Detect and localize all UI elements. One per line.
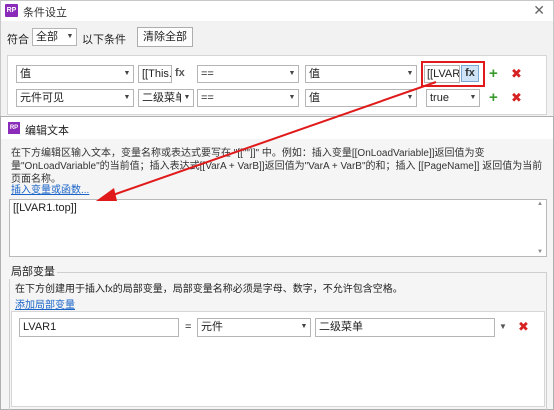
chevron-down-icon: ▼ <box>64 29 76 45</box>
condition-1-type-value: 值 <box>309 68 320 80</box>
condition-1-type-select[interactable]: 值 ▼ <box>305 65 417 83</box>
local-variables-legend: 局部变量 <box>9 263 57 279</box>
chevron-down-icon: ▼ <box>404 66 416 82</box>
dialog-description: 在下方编辑区输入文本，变量名称或表达式要写在 "[[""]]" 中。例如：插入变… <box>11 148 543 185</box>
local-variables-hint: 在下方创建用于插入fx的局部变量，局部变量名称必须是字母、数字，不允许包含空格。 <box>15 284 403 295</box>
condition-1-target-value: [[This.bi <box>142 68 172 80</box>
window-title: 条件设立 <box>23 7 67 19</box>
add-condition-icon[interactable]: + <box>489 66 498 81</box>
local-variable-kind-select[interactable]: 元件 ▼ <box>197 318 311 337</box>
delete-condition-icon[interactable]: ✖ <box>511 91 522 105</box>
dialog-title-bar: RP 编辑文本 <box>1 117 553 139</box>
chevron-down-icon: ▼ <box>286 66 298 82</box>
local-variable-name-field[interactable]: LVAR1 <box>19 318 179 337</box>
local-variable-widget-field[interactable]: 二级菜单 <box>315 318 495 337</box>
chevron-down-icon: ▼ <box>181 90 193 106</box>
match-mode-select[interactable]: 全部 ▼ <box>32 28 77 46</box>
chevron-down-icon: ▼ <box>298 319 310 335</box>
delete-condition-icon[interactable]: ✖ <box>511 67 522 81</box>
condition-1-left-value: 值 <box>20 68 31 80</box>
condition-1-left-select[interactable]: 值 ▼ <box>16 65 134 83</box>
axure-app-icon: RP <box>8 122 20 134</box>
text-editor[interactable]: [[LVAR1.top]] ▲ ▼ <box>9 199 547 257</box>
chevron-down-icon[interactable]: ▼ <box>499 322 507 331</box>
condition-2-value-select[interactable]: true ▼ <box>426 89 480 107</box>
condition-2-value-text: true <box>430 92 449 104</box>
condition-2-target-value: 二级菜单 <box>142 92 186 104</box>
match-mode-value: 全部 <box>36 31 58 43</box>
edit-text-dialog: RP 编辑文本 在下方编辑区输入文本，变量名称或表达式要写在 "[[""]]" … <box>0 116 554 410</box>
condition-2-left-select[interactable]: 元件可见 ▼ <box>16 89 134 107</box>
chevron-down-icon: ▼ <box>286 90 298 106</box>
condition-1-value-fx-button[interactable]: fx <box>461 65 479 82</box>
chevron-down-icon: ▼ <box>467 90 479 106</box>
condition-1-value-text: [[LVAR1 <box>427 68 460 80</box>
condition-1-target-field[interactable]: [[This.bi <box>138 65 172 83</box>
insert-variable-link[interactable]: 插入变量或函数... <box>11 181 89 196</box>
condition-1-operator-select[interactable]: == ▼ <box>197 65 299 83</box>
local-variable-widget: 二级菜单 <box>319 321 363 333</box>
condition-1-fx-icon[interactable]: fx <box>175 67 185 79</box>
equals-sign: = <box>185 321 192 333</box>
condition-1-operator-value: == <box>201 68 214 80</box>
condition-2-operator-select[interactable]: == ▼ <box>197 89 299 107</box>
scroll-up-icon[interactable]: ▲ <box>535 201 545 207</box>
add-local-variable-link[interactable]: 添加局部变量 <box>15 296 75 311</box>
condition-1-value-field[interactable]: [[LVAR1 <box>424 65 460 83</box>
editor-text: [[LVAR1.top]] <box>13 202 77 214</box>
scroll-down-icon[interactable]: ▼ <box>535 249 545 255</box>
match-prefix-label: 符合 <box>7 34 29 46</box>
condition-2-type-select[interactable]: 值 ▼ <box>305 89 417 107</box>
match-suffix-label: 以下条件 <box>82 34 126 46</box>
condition-2-type-value: 值 <box>309 92 320 104</box>
chevron-down-icon: ▼ <box>121 90 133 106</box>
condition-2-left-value: 元件可见 <box>20 92 64 104</box>
clear-all-button[interactable]: 清除全部 <box>137 27 193 47</box>
delete-local-variable-icon[interactable]: ✖ <box>518 320 529 334</box>
local-variable-name: LVAR1 <box>23 321 57 333</box>
chevron-down-icon: ▼ <box>404 90 416 106</box>
title-bar: RP 条件设立 ✕ <box>1 1 553 21</box>
condition-2-operator-value: == <box>201 92 214 104</box>
dialog-title: 编辑文本 <box>25 125 69 137</box>
close-icon[interactable]: ✕ <box>533 2 545 19</box>
local-variable-kind: 元件 <box>201 321 223 333</box>
chevron-down-icon: ▼ <box>121 66 133 82</box>
condition-2-target-select[interactable]: 二级菜单 ▼ <box>138 89 194 107</box>
add-condition-icon[interactable]: + <box>489 90 498 105</box>
axure-app-icon: RP <box>5 4 18 17</box>
